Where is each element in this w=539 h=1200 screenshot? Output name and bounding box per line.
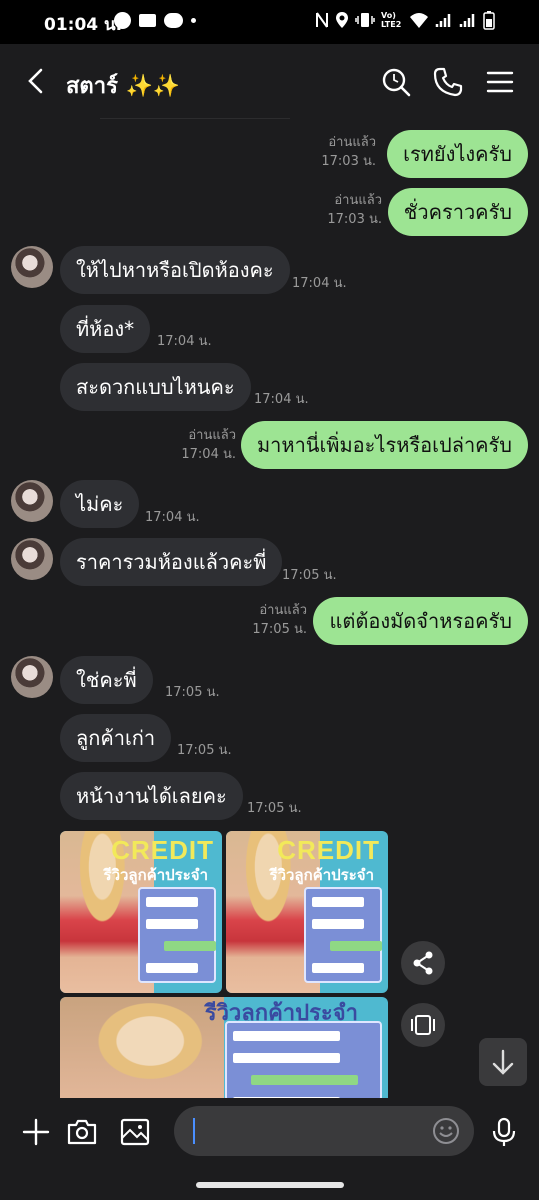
image-headline: CREDIT [277,835,380,865]
outgoing-message[interactable]: ชั่วคราวครับ [387,188,528,236]
chat-area[interactable]: อ่านแล้ว 17:03 น. เรทยังไงครับ อ่านแล้ว … [0,120,539,1098]
camera-icon[interactable] [66,1116,98,1148]
message-time: 17:05 น. [165,685,220,700]
outgoing-message[interactable]: เรทยังไงครับ [387,130,528,178]
signal-icon [435,14,451,27]
read-receipt: อ่านแล้ว [259,603,307,618]
read-receipt: อ่านแล้ว [188,428,236,443]
shared-image[interactable]: CREDIT รีวิวลูกค้าประจำ [226,831,388,993]
avatar[interactable] [11,480,53,522]
shared-image[interactable]: รีวิวลูกค้าประจำ [60,997,388,1098]
arrow-down-icon [492,1049,514,1075]
share-icon [413,951,433,975]
view-all-button[interactable] [401,1003,445,1047]
message-time: 17:05 น. [282,568,337,583]
vibrate-icon [355,13,375,27]
mail-icon [139,14,156,27]
image-subtitle: รีวิวลูกค้าประจำ [103,866,208,884]
incoming-message[interactable]: สะดวกแบบไหนคะ [60,363,251,411]
gallery-icon [411,1015,435,1035]
chat-header: สตาร์ ✨✨ [0,44,539,120]
back-arrow-icon[interactable] [22,66,52,96]
outgoing-message[interactable]: มาหานี่เพิ่มอะไรหรือเปล่าครับ [240,421,528,469]
search-icon[interactable] [380,66,412,98]
avatar[interactable] [11,656,53,698]
read-receipt: อ่านแล้ว [334,193,382,208]
battery-icon [483,11,495,30]
status-bar: 01:04 น. Vo) LTE2 [0,0,539,44]
image-subtitle: รีวิวลูกค้าประจำ [269,866,374,884]
outgoing-message[interactable]: แต่ต้องมัดจำหรอครับ [313,597,528,645]
message-time: 17:04 น. [181,447,236,462]
message-input-bar [0,1098,539,1200]
message-time: 17:03 น. [321,154,376,169]
message-time: 17:04 น. [292,276,347,291]
microphone-icon[interactable] [488,1116,520,1148]
incoming-message[interactable]: ให้ไปหาหรือเปิดห้องคะ [60,246,290,294]
message-time: 17:04 น. [254,392,309,407]
avatar[interactable] [11,246,53,288]
incoming-message[interactable]: ใช่คะพี่ [60,656,153,704]
phone-icon[interactable] [432,66,464,98]
chat-title: สตาร์ ✨✨ [66,74,181,99]
gallery-picker-icon[interactable] [119,1116,151,1148]
line-icon [164,13,183,28]
signal-2-icon [459,14,475,27]
nfc-icon [316,12,328,28]
more-notifications-icon [191,18,196,23]
network-label: Vo) LTE2 [381,11,402,29]
incoming-message[interactable]: ราคารวมห้องแล้วคะพี่ [60,538,283,586]
read-receipt: อ่านแล้ว [328,135,376,150]
speed-icon [114,12,131,29]
incoming-message[interactable]: ไม่คะ [60,480,140,528]
emoji-icon[interactable] [432,1117,460,1145]
share-button[interactable] [401,941,445,985]
scroll-to-bottom-button[interactable] [479,1038,527,1086]
menu-icon[interactable] [484,66,516,98]
message-input[interactable] [174,1106,474,1156]
plus-icon[interactable] [20,1116,52,1148]
wifi-icon [410,13,428,28]
incoming-message[interactable]: ที่ห้อง* [60,305,151,353]
location-icon [336,12,348,28]
shared-image[interactable]: CREDIT รีวิวลูกค้าประจำ [60,831,222,993]
status-time: 01:04 น. [44,15,123,35]
message-time: 17:05 น. [252,622,307,637]
home-indicator[interactable] [196,1182,344,1188]
avatar[interactable] [11,538,53,580]
message-time: 17:04 น. [145,510,200,525]
text-cursor [193,1118,195,1144]
divider [100,118,290,119]
message-time: 17:05 น. [247,801,302,816]
message-time: 17:03 น. [327,212,382,227]
message-time: 17:04 น. [157,334,212,349]
incoming-message[interactable]: หน้างานได้เลยคะ [60,772,243,820]
image-headline: CREDIT [111,835,214,865]
incoming-message[interactable]: ลูกค้าเก่า [60,714,172,762]
message-time: 17:05 น. [177,743,232,758]
